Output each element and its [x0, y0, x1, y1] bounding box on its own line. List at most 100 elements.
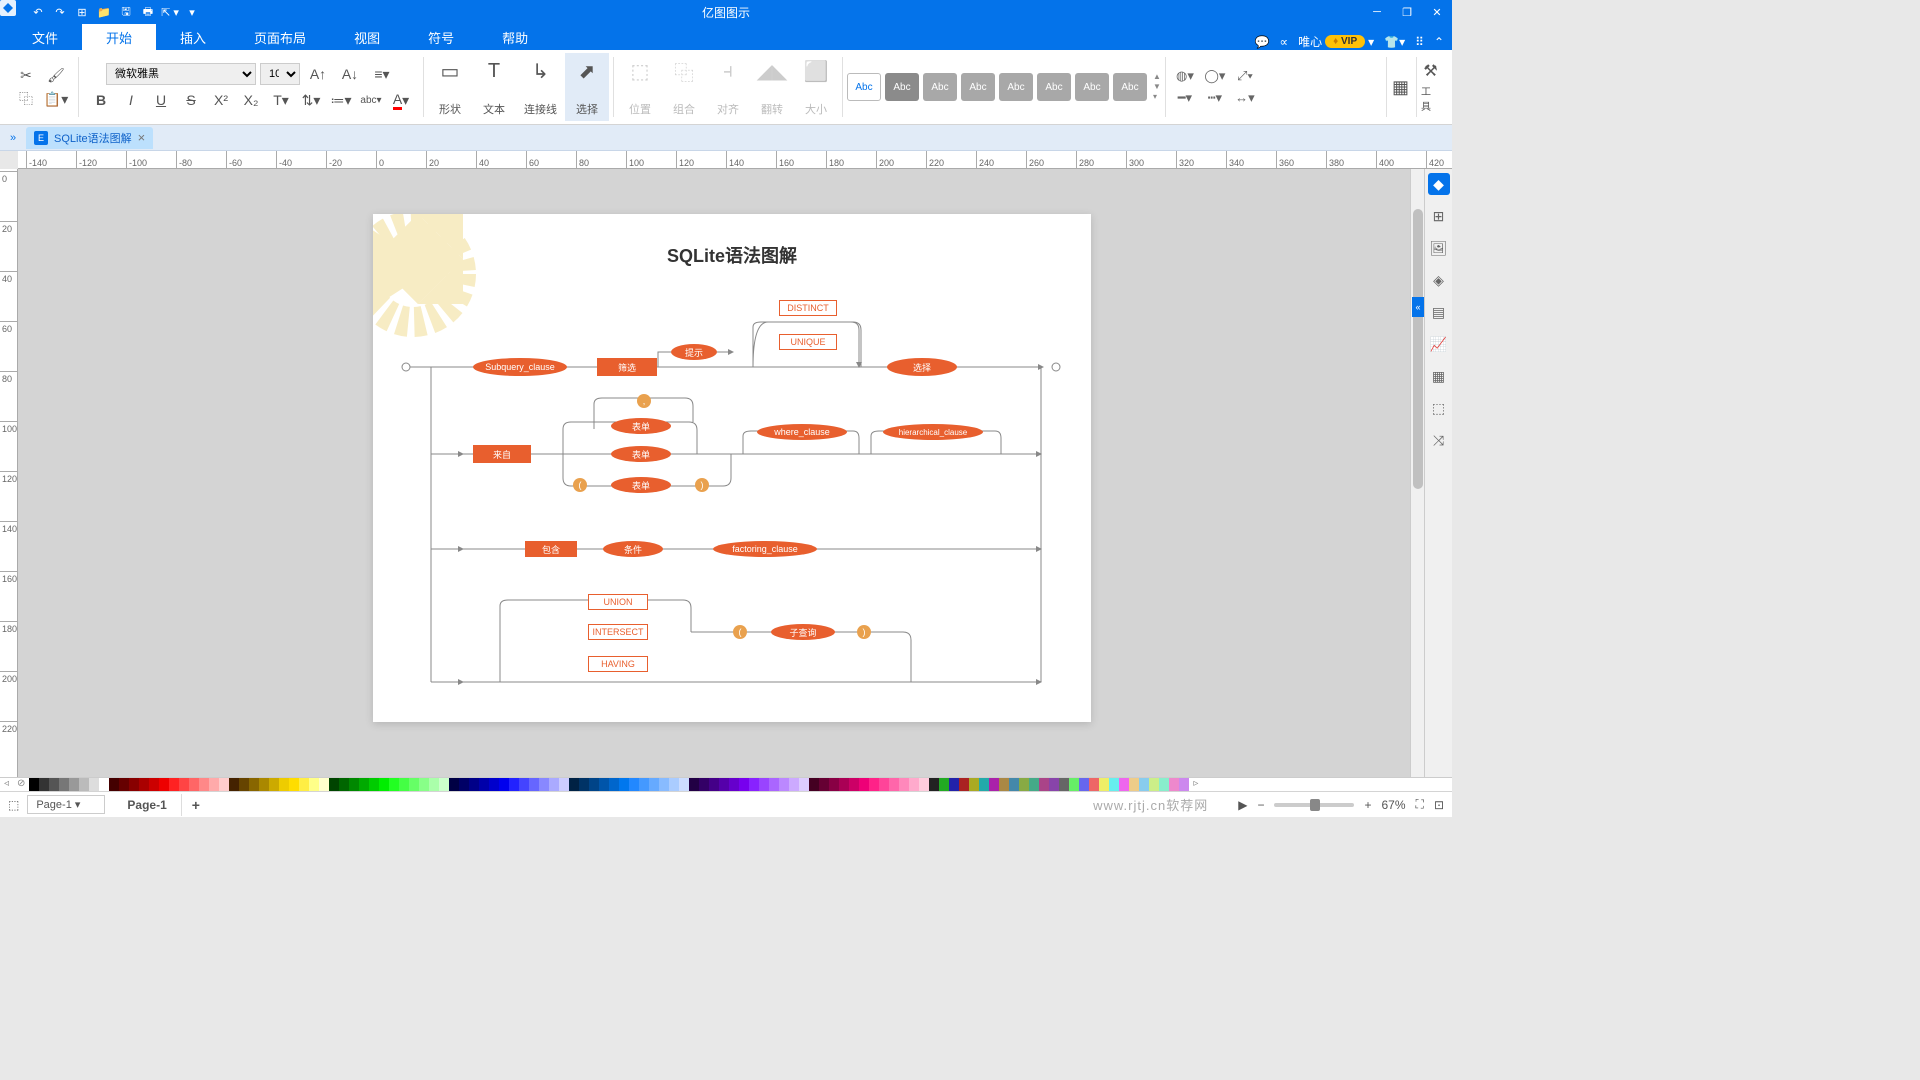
node-unique[interactable]: UNIQUE [779, 334, 837, 350]
color-swatch[interactable] [989, 778, 999, 792]
style-swatch[interactable]: Abc [885, 73, 919, 101]
color-swatch[interactable] [209, 778, 219, 792]
node-select[interactable]: 选择 [887, 358, 957, 376]
color-swatch[interactable] [499, 778, 509, 792]
color-swatch[interactable] [909, 778, 919, 792]
underline-icon[interactable]: U [147, 88, 175, 112]
color-swatch[interactable] [1149, 778, 1159, 792]
node-cond[interactable]: 条件 [603, 541, 663, 557]
color-swatch[interactable] [159, 778, 169, 792]
color-swatch[interactable] [809, 778, 819, 792]
menu-help[interactable]: 帮助 [478, 24, 552, 50]
color-swatch[interactable] [459, 778, 469, 792]
color-swatch[interactable] [1169, 778, 1179, 792]
shape-outline-icon[interactable]: ◯▾ [1200, 67, 1230, 85]
new-icon[interactable]: ⊞ [72, 2, 92, 22]
color-swatch[interactable] [899, 778, 909, 792]
style-swatch[interactable]: Abc [961, 73, 995, 101]
node-contain[interactable]: 包含 [525, 541, 577, 557]
menu-view[interactable]: 视图 [330, 24, 404, 50]
color-swatch[interactable] [399, 778, 409, 792]
color-swatch[interactable] [1039, 778, 1049, 792]
color-swatch[interactable] [569, 778, 579, 792]
zoom-slider[interactable] [1274, 803, 1354, 807]
color-swatch[interactable] [29, 778, 39, 792]
canvas[interactable]: SQLite语法图解 [18, 169, 1410, 777]
color-swatch[interactable] [1069, 778, 1079, 792]
color-swatch[interactable] [259, 778, 269, 792]
color-swatch[interactable] [959, 778, 969, 792]
color-swatch[interactable] [49, 778, 59, 792]
node-lparen2[interactable]: ( [733, 625, 747, 639]
color-swatch[interactable] [1009, 778, 1019, 792]
line-spacing-icon[interactable]: ⇅▾ [297, 88, 325, 112]
color-swatch[interactable] [609, 778, 619, 792]
node-comma[interactable]: , [637, 394, 651, 408]
color-swatch[interactable] [479, 778, 489, 792]
panel-layers-icon[interactable]: ◈ [1428, 269, 1450, 291]
tools-button[interactable]: ⚒工具 [1416, 57, 1444, 117]
add-page-button[interactable]: + [182, 793, 210, 817]
color-swatch[interactable] [879, 778, 889, 792]
style-swatch[interactable]: Abc [999, 73, 1033, 101]
node-subquery[interactable]: Subquery_clause [473, 358, 567, 376]
paste-icon[interactable]: 📋▾ [42, 87, 70, 111]
save-icon[interactable]: 🖫 [116, 2, 136, 22]
color-swatch[interactable] [779, 778, 789, 792]
qat-dropdown-icon[interactable]: ▾ [182, 2, 202, 22]
panel-image-icon[interactable]: 🖼 [1428, 237, 1450, 259]
color-swatch[interactable] [1109, 778, 1119, 792]
node-subq2[interactable]: 子查询 [771, 624, 835, 640]
color-swatch[interactable] [279, 778, 289, 792]
minimize-button[interactable]: ─ [1362, 0, 1392, 24]
color-swatch[interactable] [619, 778, 629, 792]
color-swatch[interactable] [59, 778, 69, 792]
subscript-icon[interactable]: X₂ [237, 88, 265, 112]
color-swatch[interactable] [1059, 778, 1069, 792]
panel-expand-icon[interactable]: « [1412, 297, 1424, 317]
zoom-out-icon[interactable]: − [1257, 798, 1264, 812]
fullscreen-icon[interactable]: ⛶ [1416, 797, 1424, 812]
node-hint[interactable]: 提示 [671, 344, 717, 360]
superscript-icon[interactable]: X² [207, 88, 235, 112]
font-size-select[interactable]: 10 [260, 63, 300, 85]
panel-chart-icon[interactable]: 📈 [1428, 333, 1450, 355]
color-swatch[interactable] [269, 778, 279, 792]
node-table3[interactable]: 表单 [611, 477, 671, 493]
color-swatch[interactable] [369, 778, 379, 792]
tool-shape[interactable]: ▭形状 [428, 53, 472, 121]
color-swatch[interactable] [119, 778, 129, 792]
arrow-style-icon[interactable]: ↔▾ [1230, 89, 1260, 107]
color-swatch[interactable] [109, 778, 119, 792]
page-layout-icon[interactable]: ⬚ [8, 798, 19, 812]
collapse-ribbon-icon[interactable]: ⌃ [1434, 35, 1444, 49]
color-swatch[interactable] [449, 778, 459, 792]
color-swatch[interactable] [579, 778, 589, 792]
color-swatch[interactable] [329, 778, 339, 792]
node-lparen[interactable]: ( [573, 478, 587, 492]
text-case-icon[interactable]: T▾ [267, 88, 295, 112]
undo-icon[interactable]: ↶ [28, 2, 48, 22]
color-swatch[interactable] [249, 778, 259, 792]
gallery-more[interactable]: ▲▼▾ [1153, 73, 1161, 101]
color-swatch[interactable] [169, 778, 179, 792]
bold-icon[interactable]: B [87, 88, 115, 112]
color-swatch[interactable] [799, 778, 809, 792]
crop-icon[interactable]: ⤢▾ [1230, 67, 1260, 85]
font-grow-icon[interactable]: A↑ [304, 62, 332, 86]
node-hier[interactable]: hierarchical_clause [883, 424, 983, 440]
color-swatch[interactable] [769, 778, 779, 792]
bullets-icon[interactable]: ≔▾ [327, 88, 355, 112]
theme-icon[interactable]: 👕▾ [1384, 35, 1405, 49]
node-from[interactable]: 来自 [473, 445, 531, 463]
user-menu[interactable]: 唯心 ♦ VIP ▾ [1298, 33, 1374, 50]
color-swatch[interactable] [1029, 778, 1039, 792]
color-swatch[interactable] [949, 778, 959, 792]
color-swatch[interactable] [539, 778, 549, 792]
page-tab[interactable]: Page-1 [113, 794, 181, 816]
color-swatch[interactable] [819, 778, 829, 792]
expand-panel-icon[interactable]: » [0, 132, 26, 144]
color-swatch[interactable] [1089, 778, 1099, 792]
fill-icon[interactable]: ◍▾ [1170, 67, 1200, 85]
app-logo-icon[interactable] [6, 2, 26, 22]
